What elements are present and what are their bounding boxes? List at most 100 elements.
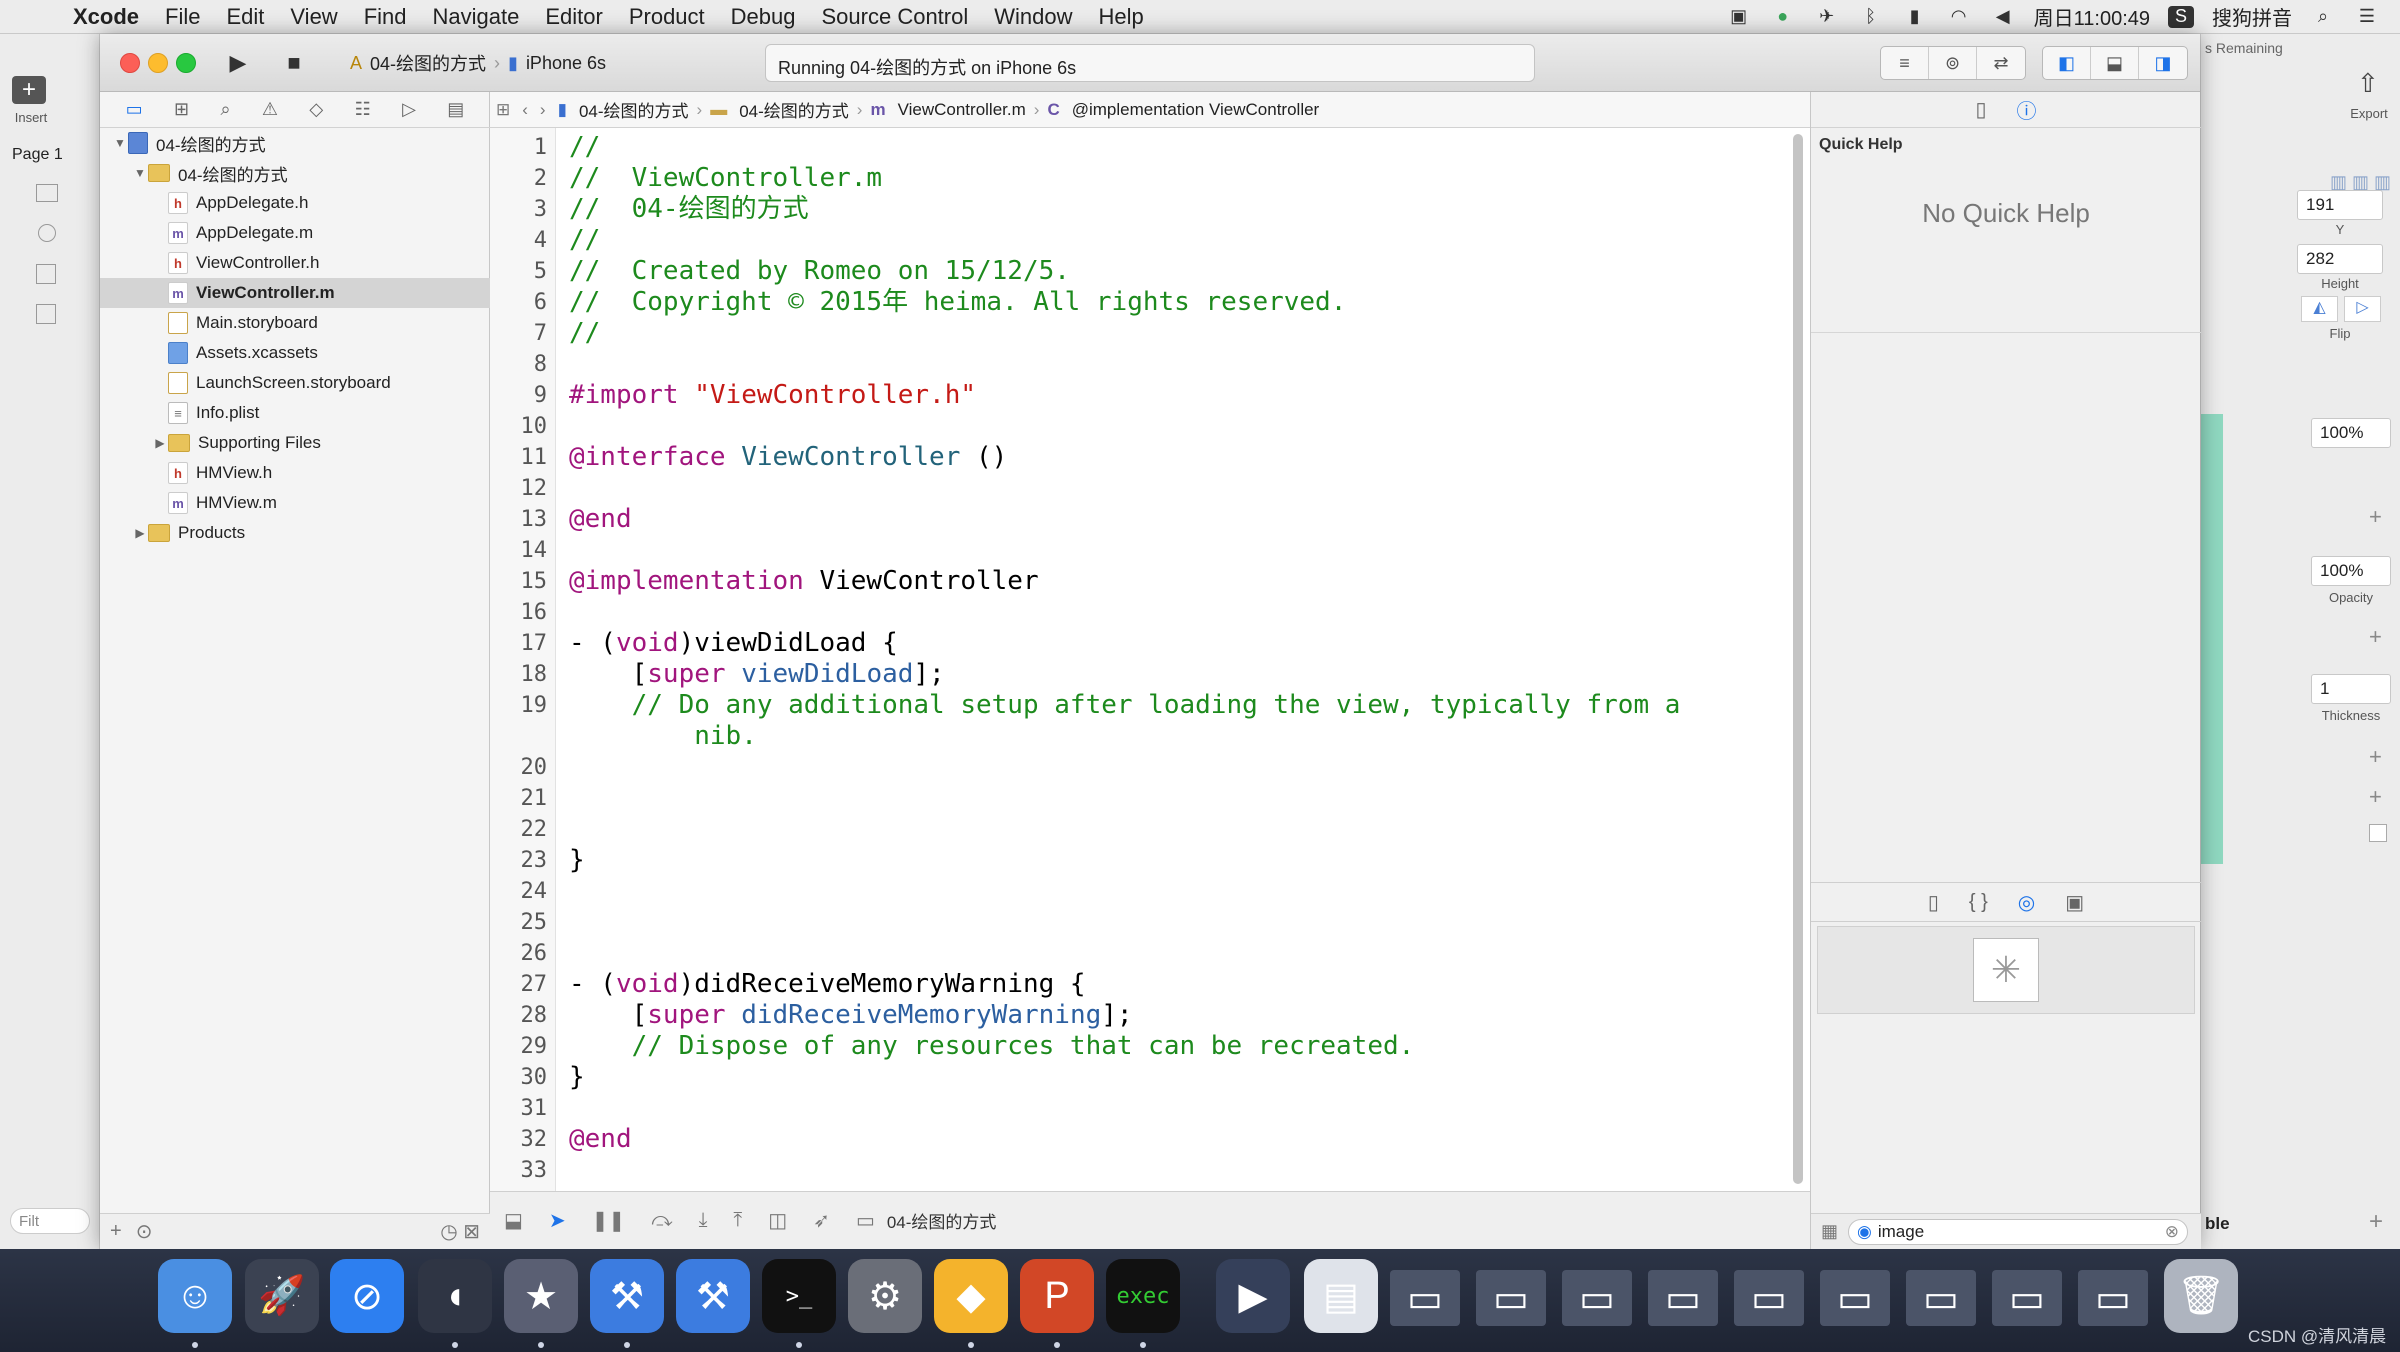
window-thumb-icon[interactable]: ▭ bbox=[1648, 1270, 1718, 1326]
code-snippet-library-icon[interactable]: { } bbox=[1969, 891, 1988, 914]
disclosure-triangle-icon[interactable]: ▼ bbox=[132, 166, 148, 180]
bluetooth-icon[interactable]: ᛒ bbox=[1858, 6, 1884, 28]
standard-editor-icon[interactable]: ≡ bbox=[1881, 47, 1929, 79]
xcode-icon[interactable]: ⚒ bbox=[590, 1259, 664, 1333]
window-thumb-icon[interactable]: ▭ bbox=[1992, 1270, 2062, 1326]
menu-window[interactable]: Window bbox=[981, 4, 1085, 30]
quicktime-icon[interactable]: ▶ bbox=[1216, 1259, 1290, 1333]
source-editor[interactable]: //// ViewController.m// 04-绘图的方式//// Cre… bbox=[557, 128, 1800, 1191]
view-toggle-selector[interactable]: ◧ ⬓ ◨ bbox=[2042, 46, 2188, 80]
window-thumb-icon[interactable]: ▭ bbox=[1562, 1270, 1632, 1326]
stop-button[interactable]: ■ bbox=[272, 45, 316, 81]
menu-find[interactable]: Find bbox=[351, 4, 420, 30]
menu-file[interactable]: File bbox=[152, 4, 213, 30]
report-navigator-icon[interactable]: ▤ bbox=[447, 99, 464, 120]
menu-editor[interactable]: Editor bbox=[532, 4, 615, 30]
safari-icon[interactable]: ⊘ bbox=[330, 1259, 404, 1333]
clear-filter-icon[interactable]: ⊗ bbox=[2165, 1222, 2179, 1242]
grid-list-toggle-icon[interactable]: ▦ bbox=[1821, 1221, 1838, 1242]
file-tree-row[interactable]: LaunchScreen.storyboard bbox=[100, 368, 490, 398]
view-debugger-icon[interactable]: ◫ bbox=[768, 1208, 787, 1233]
quick-help-icon[interactable]: ⓘ bbox=[2017, 95, 2037, 124]
menu-navigate[interactable]: Navigate bbox=[420, 4, 533, 30]
pause-icon[interactable]: ❚❚ bbox=[592, 1208, 626, 1233]
toggle-utilities-icon[interactable]: ◨ bbox=[2139, 47, 2187, 79]
close-window-button[interactable] bbox=[120, 53, 140, 73]
menu-source-control[interactable]: Source Control bbox=[809, 4, 982, 30]
thickness-field[interactable]: 1 bbox=[2311, 674, 2391, 704]
export-share-icon[interactable]: ⇧ bbox=[2357, 68, 2379, 99]
y-field[interactable]: 191 bbox=[2297, 190, 2383, 220]
window-thumb-icon[interactable]: ▭ bbox=[1906, 1270, 1976, 1326]
window-thumb-icon[interactable]: ▭ bbox=[1734, 1270, 1804, 1326]
menubar-clock[interactable]: 周日11:00:49 bbox=[2034, 2, 2150, 31]
window-thumb-icon[interactable]: ▭ bbox=[1820, 1270, 1890, 1326]
file-template-library-icon[interactable]: ▯ bbox=[1928, 890, 1939, 915]
percent-field-1[interactable]: 100% bbox=[2311, 418, 2391, 448]
layer-oval-icon[interactable] bbox=[38, 224, 56, 242]
menu-view[interactable]: View bbox=[277, 4, 350, 30]
window-thumb-icon[interactable]: ▭ bbox=[1390, 1270, 1460, 1326]
instruments-icon[interactable]: ⚒ bbox=[676, 1259, 750, 1333]
breakpoint-navigator-icon[interactable]: ▷ bbox=[402, 99, 416, 120]
percent-field-2[interactable]: 100% bbox=[2311, 556, 2391, 586]
run-button[interactable]: ▶ bbox=[216, 45, 260, 81]
step-out-icon[interactable]: ⤒ bbox=[733, 1209, 742, 1232]
issue-navigator-icon[interactable]: ⚠ bbox=[262, 99, 278, 120]
debug-target-label[interactable]: 04-绘图的方式 bbox=[887, 1208, 997, 1233]
add-inner-shadow-plus-icon[interactable]: + bbox=[2369, 784, 2382, 810]
disclosure-triangle-icon[interactable]: ▶ bbox=[152, 436, 168, 450]
status-app-icon[interactable]: ● bbox=[1770, 6, 1796, 28]
layer-rect-icon[interactable] bbox=[36, 304, 56, 324]
symbol-navigator-icon[interactable]: ⊞ bbox=[174, 99, 189, 120]
recent-files-icon[interactable]: ◷ ⊠ bbox=[440, 1219, 480, 1244]
menu-product[interactable]: Product bbox=[616, 4, 718, 30]
back-chevron-icon[interactable]: ‹ bbox=[516, 100, 534, 120]
breadcrumb-symbol[interactable]: @implementation ViewController bbox=[1066, 100, 1326, 120]
lock-icon[interactable]: ▮ bbox=[1902, 6, 1928, 28]
layer-rect-icon[interactable] bbox=[36, 264, 56, 284]
file-tree-row[interactable]: m ViewController.m bbox=[100, 278, 490, 308]
imovie-icon[interactable]: ★ bbox=[504, 1259, 578, 1333]
file-tree-row[interactable]: h HMView.h bbox=[100, 458, 490, 488]
file-tree-row[interactable]: h AppDelegate.h bbox=[100, 188, 490, 218]
menu-edit[interactable]: Edit bbox=[213, 4, 277, 30]
project-navigator-folder-icon[interactable]: ▭ bbox=[126, 99, 143, 120]
menu-help[interactable]: Help bbox=[1086, 4, 1157, 30]
system-preferences-icon[interactable]: ⚙ bbox=[848, 1259, 922, 1333]
library-item[interactable]: ✳ bbox=[1817, 926, 2195, 1014]
spotlight-search-icon[interactable]: ⌕ bbox=[2310, 6, 2336, 28]
trash-icon[interactable]: 🗑 bbox=[2164, 1259, 2238, 1333]
add-file-plus-icon[interactable]: + bbox=[110, 1220, 122, 1243]
add-fill-plus-icon[interactable]: + bbox=[2369, 504, 2382, 530]
add-shadow-plus-icon[interactable]: + bbox=[2369, 744, 2382, 770]
flip-buttons[interactable]: ◭ ▷ bbox=[2301, 296, 2381, 322]
sketch-icon[interactable]: ◆ bbox=[934, 1259, 1008, 1333]
related-items-icon[interactable]: ⊞ bbox=[490, 100, 516, 120]
zoom-window-button[interactable] bbox=[176, 53, 196, 73]
launchpad-icon[interactable]: 🚀 bbox=[245, 1259, 319, 1333]
sketch-filter-field[interactable]: Filt bbox=[10, 1208, 90, 1234]
layer-image-icon[interactable] bbox=[36, 184, 58, 202]
library-filter-field[interactable]: ◉ image ⊗ bbox=[1848, 1218, 2189, 1245]
file-tree-row[interactable]: ▼ 04-绘图的方式 bbox=[100, 158, 490, 188]
volume-icon[interactable]: ◀ bbox=[1990, 6, 2016, 28]
file-tree-row[interactable]: ▶ Products bbox=[100, 518, 490, 548]
window-thumb-icon[interactable]: ▭ bbox=[2078, 1270, 2148, 1326]
minimize-window-button[interactable] bbox=[148, 53, 168, 73]
editor-mode-selector[interactable]: ≡ ⊚ ⇄ bbox=[1880, 46, 2026, 80]
breadcrumb-group[interactable]: 04-绘图的方式 bbox=[733, 97, 855, 122]
toggle-debug-area-icon[interactable]: ⬓ bbox=[2091, 47, 2139, 79]
filter-icon[interactable]: ⊙ bbox=[136, 1219, 153, 1244]
input-method-label[interactable]: 搜狗拼音 bbox=[2212, 2, 2292, 31]
disclosure-triangle-icon[interactable]: ▶ bbox=[132, 526, 148, 540]
insert-plus-icon[interactable]: + bbox=[12, 76, 46, 104]
breadcrumb-file[interactable]: ViewController.m bbox=[892, 100, 1032, 120]
screen-record-icon[interactable]: ▣ bbox=[1726, 6, 1752, 28]
file-tree-row[interactable]: ≡ Info.plist bbox=[100, 398, 490, 428]
step-into-icon[interactable]: ⤓ bbox=[699, 1209, 708, 1232]
powerpoint-icon[interactable]: P bbox=[1020, 1259, 1094, 1333]
preview-icon[interactable]: ▤ bbox=[1304, 1259, 1378, 1333]
add-export-plus-icon[interactable]: + bbox=[2369, 1208, 2383, 1236]
notification-center-icon[interactable]: ☰ bbox=[2354, 6, 2380, 28]
